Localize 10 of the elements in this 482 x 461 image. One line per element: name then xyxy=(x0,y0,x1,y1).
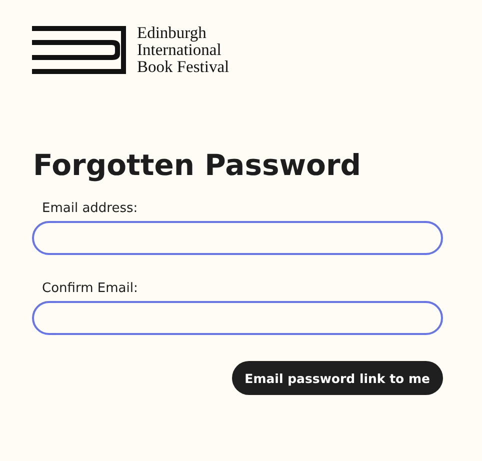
page-title: Forgotten Password xyxy=(33,147,362,183)
logo-text: Edinburgh xyxy=(137,24,208,41)
logo-icon xyxy=(32,26,126,74)
submit-button[interactable]: Email password link to me xyxy=(232,361,443,395)
input-field[interactable] xyxy=(32,301,443,335)
logo-text: Book Festival xyxy=(137,58,230,75)
logo-text: International xyxy=(137,41,222,58)
field-label: Confirm Email: xyxy=(42,281,139,296)
field-label: Email address: xyxy=(42,201,139,216)
input-field[interactable] xyxy=(32,221,443,255)
